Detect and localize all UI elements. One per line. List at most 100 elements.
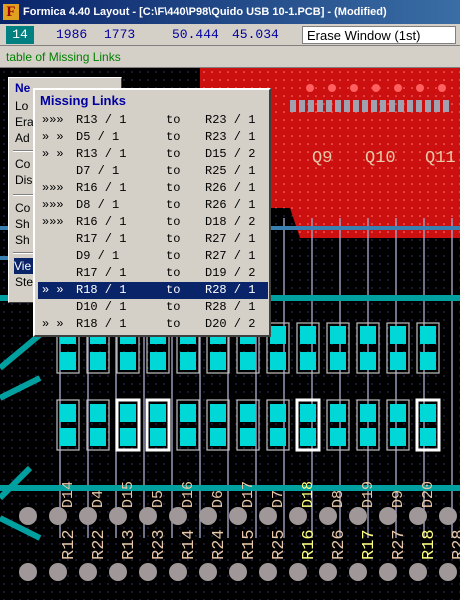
copper-via <box>328 84 336 92</box>
formica-app-icon[interactable]: F <box>3 4 19 20</box>
missing-link-row[interactable]: D9 / 1 to R27 / 1 <box>38 248 268 265</box>
route-status-mark: » » <box>42 147 64 161</box>
missing-link-row[interactable]: D10 / 1 to R28 / 1 <box>38 299 268 316</box>
resistor-pad <box>90 352 106 370</box>
through-hole-pad <box>79 563 97 581</box>
smd-pad <box>416 100 422 112</box>
diode-pad <box>150 404 166 422</box>
missing-link-row[interactable]: » » R18 / 1 to D20 / 2 <box>38 316 268 333</box>
resistor-pad <box>300 326 316 344</box>
diode-label: D5 <box>150 490 167 508</box>
link-connector: to <box>166 130 181 144</box>
through-hole-pad <box>229 507 247 525</box>
resistor-label: R28 <box>450 529 460 560</box>
smd-pad <box>443 100 449 112</box>
diode-pad <box>60 404 76 422</box>
through-hole-pad <box>79 507 97 525</box>
diode-label: D8 <box>330 490 347 508</box>
link-from-pin: D8 / 1 <box>76 198 120 212</box>
link-to-pin: R28 / 1 <box>205 283 256 297</box>
copper-via <box>350 84 358 92</box>
link-from-pin: D5 / 1 <box>76 130 120 144</box>
smd-pad <box>308 100 314 112</box>
missing-links-popup: Missing Links »»» R13 / 1 to R23 / 1 » » D5 /… <box>33 88 271 337</box>
link-from-pin: R13 / 1 <box>76 147 127 161</box>
through-hole-pad <box>439 507 457 525</box>
link-from-pin: R16 / 1 <box>76 181 127 195</box>
through-hole-pad <box>169 507 187 525</box>
link-to-pin: R27 / 1 <box>205 232 256 246</box>
missing-link-row[interactable]: »»» R16 / 1 to D18 / 2 <box>38 214 268 231</box>
layer-indicator[interactable]: 14 <box>6 26 34 44</box>
missing-link-row[interactable]: R17 / 1 to R27 / 1 <box>38 231 268 248</box>
transistor-label: Q9 <box>312 149 332 168</box>
smd-pad <box>335 100 341 112</box>
link-to-pin: R27 / 1 <box>205 249 256 263</box>
missing-link-row[interactable]: » » R13 / 1 to D15 / 2 <box>38 146 268 163</box>
diode-pad <box>420 404 436 422</box>
through-hole-pad <box>49 563 67 581</box>
link-to-pin: D19 / 2 <box>205 266 256 280</box>
missing-link-row[interactable]: »»» D8 / 1 to R26 / 1 <box>38 197 268 214</box>
link-connector: to <box>166 283 181 297</box>
route-status-mark: »»» <box>42 113 64 127</box>
resistor-label: R27 <box>390 529 409 560</box>
missing-link-row[interactable]: » » D5 / 1 to R23 / 1 <box>38 129 268 146</box>
diode-pad <box>300 404 316 422</box>
hint-bar: table of Missing Links <box>0 46 460 68</box>
through-hole-pad <box>199 563 217 581</box>
coordinate-status-bar: 14 1986 1773 50.444 45.034 Erase Window … <box>0 24 460 46</box>
through-hole-pad <box>439 563 457 581</box>
copper-via <box>306 84 314 92</box>
diode-label: D18 <box>300 481 317 508</box>
missing-link-row[interactable]: »»» R13 / 1 to R23 / 1 <box>38 112 268 129</box>
diode-pad <box>420 428 436 446</box>
smd-pad <box>344 100 350 112</box>
missing-link-row[interactable]: »»» R16 / 1 to R26 / 1 <box>38 180 268 197</box>
current-mode-field: Erase Window (1st) <box>302 26 456 44</box>
diode-pad <box>120 404 136 422</box>
link-connector: to <box>166 300 181 314</box>
link-to-pin: R25 / 1 <box>205 164 256 178</box>
missing-link-row[interactable]: R17 / 1 to D19 / 2 <box>38 265 268 282</box>
missing-link-row[interactable]: » » R18 / 1 to R28 / 1 <box>38 282 268 299</box>
diode-pad <box>180 404 196 422</box>
smd-pad <box>398 100 404 112</box>
x-coordinate-mm: 50.444 <box>172 27 219 42</box>
through-hole-pad <box>289 563 307 581</box>
diode-pad <box>270 404 286 422</box>
diode-pad <box>330 428 346 446</box>
resistor-pad <box>360 326 376 344</box>
link-to-pin: R23 / 1 <box>205 130 256 144</box>
smd-pad <box>326 100 332 112</box>
link-to-pin: R26 / 1 <box>205 198 256 212</box>
resistor-label: R24 <box>210 529 229 560</box>
link-connector: to <box>166 164 181 178</box>
link-connector: to <box>166 232 181 246</box>
x-coordinate-mils: 1986 <box>56 27 88 42</box>
diode-label: D17 <box>240 481 257 508</box>
through-hole-pad <box>379 563 397 581</box>
diode-pad <box>270 428 286 446</box>
diode-pad <box>390 404 406 422</box>
resistor-pad <box>300 352 316 370</box>
through-hole-pad <box>289 507 307 525</box>
link-connector: to <box>166 215 181 229</box>
missing-link-row[interactable]: D7 / 1 to R25 / 1 <box>38 163 268 180</box>
diode-label: D7 <box>270 490 287 508</box>
diode-pad <box>390 428 406 446</box>
smd-pad <box>407 100 413 112</box>
transistor-label: Q11 <box>425 149 456 168</box>
through-hole-pad <box>319 563 337 581</box>
smd-pad <box>389 100 395 112</box>
resistor-pad <box>330 352 346 370</box>
through-hole-pad <box>49 507 67 525</box>
resistor-label: R25 <box>270 529 289 560</box>
through-hole-pad <box>169 563 187 581</box>
copper-via <box>416 84 424 92</box>
copper-via <box>372 84 380 92</box>
resistor-label: R18 <box>420 529 439 560</box>
resistor-pad <box>120 352 136 370</box>
smd-pad <box>362 100 368 112</box>
diode-pad <box>150 428 166 446</box>
